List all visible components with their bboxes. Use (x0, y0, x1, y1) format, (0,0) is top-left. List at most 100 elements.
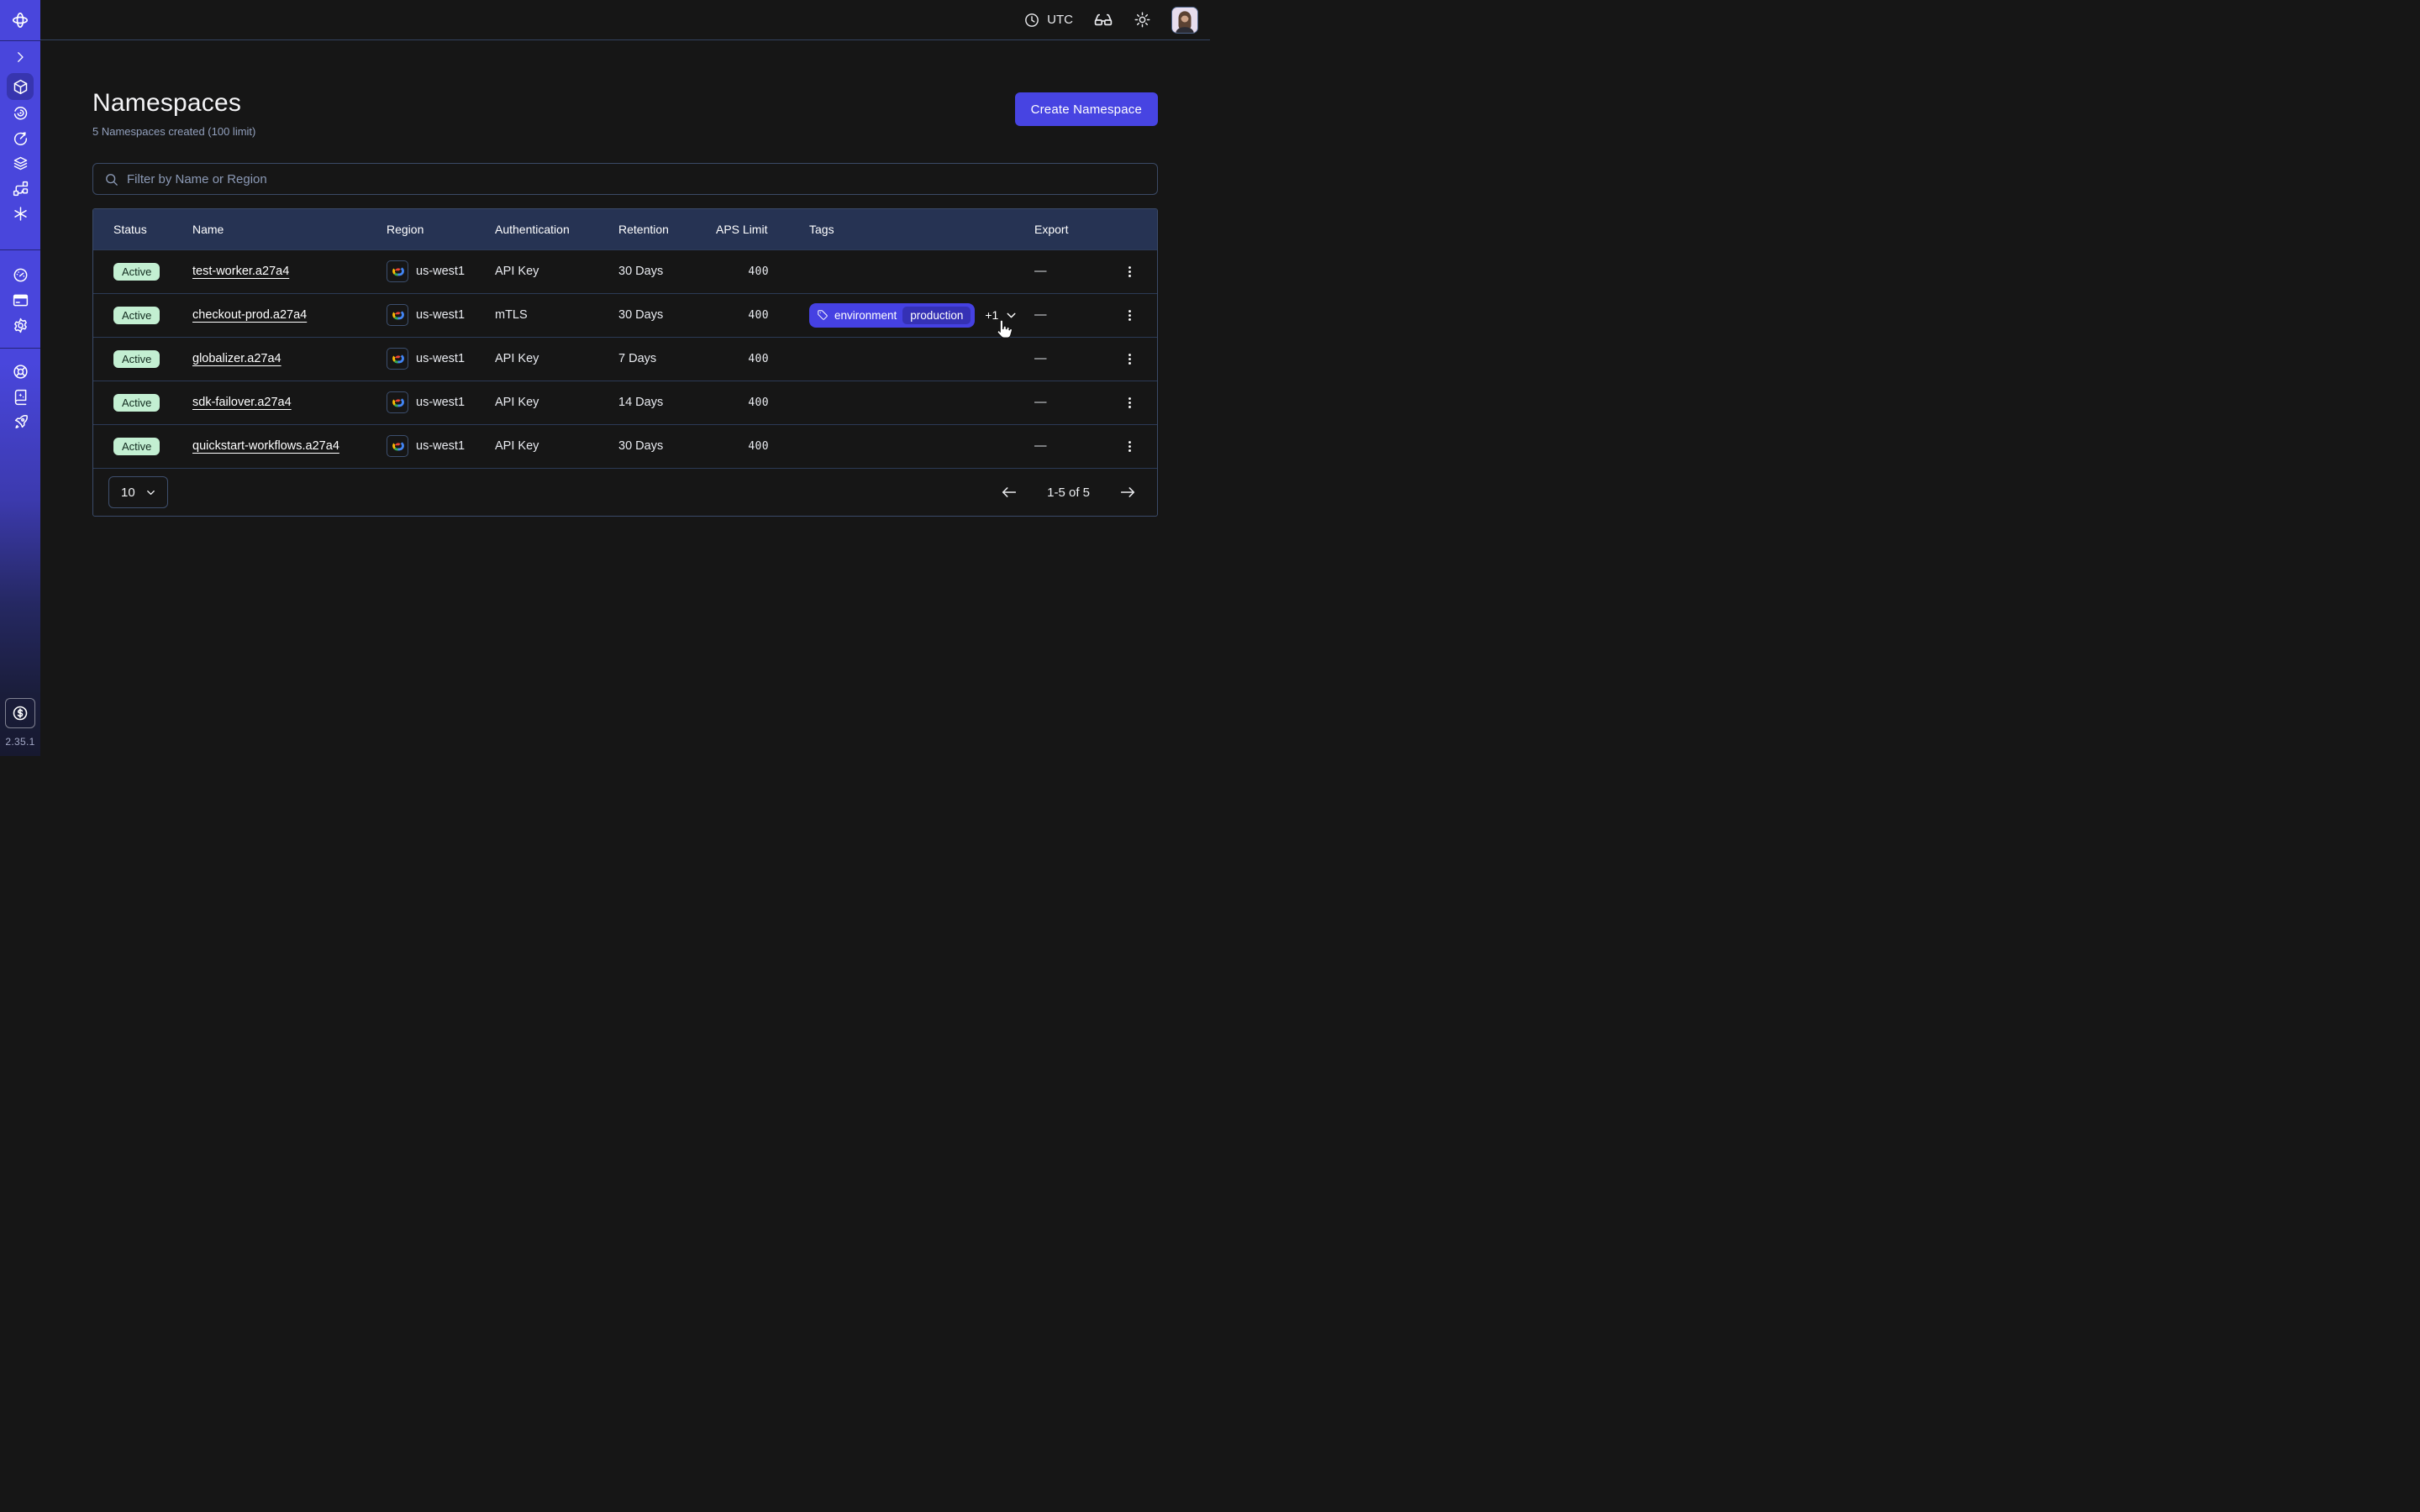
gcp-cloud-icon (387, 260, 408, 282)
col-header-name: Name (192, 209, 387, 249)
sidebar-item-timer[interactable] (7, 125, 34, 150)
pagination-range: 1-5 of 5 (1047, 486, 1090, 500)
app-version: 2.35.1 (5, 736, 34, 748)
table-header-row: Status Name Region Authentication Retent… (93, 209, 1157, 249)
region-label: us-west1 (416, 308, 465, 322)
namespace-link[interactable]: sdk-failover.a27a4 (192, 396, 292, 409)
labs-toggle-button[interactable] (1093, 10, 1113, 30)
aps-limit-value: 400 (716, 424, 809, 468)
region-label: us-west1 (416, 265, 465, 278)
gcp-cloud-icon (387, 391, 408, 413)
row-menu-button[interactable] (1119, 349, 1140, 370)
timezone-label: UTC (1047, 13, 1073, 27)
expand-tags-button[interactable] (1004, 308, 1018, 323)
sidebar-item-docs[interactable] (7, 384, 34, 409)
aps-limit-value: 400 (716, 249, 809, 293)
authentication-value: mTLS (495, 293, 618, 337)
next-page-button[interactable] (1118, 483, 1137, 501)
col-header-export: Export (1034, 209, 1102, 249)
table-footer: 10 1-5 of 5 (93, 468, 1157, 516)
page-size-value: 10 (121, 486, 135, 500)
kebab-icon (1123, 265, 1137, 279)
row-menu-button[interactable] (1119, 261, 1140, 282)
status-badge: Active (113, 438, 160, 455)
sidebar-item-billing[interactable] (7, 287, 34, 312)
col-header-tags: Tags (809, 209, 1034, 249)
filter-input[interactable] (127, 172, 1147, 186)
sidebar-item-namespaces[interactable] (7, 73, 34, 100)
dollar-badge-icon (11, 704, 29, 722)
table-row[interactable]: Active sdk-failover.a27a4 us-west1 API K… (93, 381, 1157, 424)
sidebar-divider (0, 249, 40, 250)
namespaces-table: Status Name Region Authentication Retent… (92, 208, 1158, 517)
arrow-left-icon (1000, 483, 1018, 501)
create-namespace-button[interactable]: Create Namespace (1015, 92, 1158, 126)
glasses-icon (1093, 10, 1113, 30)
namespace-link[interactable]: globalizer.a27a4 (192, 352, 281, 365)
namespace-link[interactable]: quickstart-workflows.a27a4 (192, 439, 339, 453)
timezone-selector[interactable]: UTC (1023, 12, 1073, 29)
table-row[interactable]: Active quickstart-workflows.a27a4 us-wes… (93, 424, 1157, 468)
credits-badge[interactable] (5, 698, 35, 728)
retention-value: 30 Days (618, 424, 716, 468)
row-menu-button[interactable] (1119, 436, 1140, 457)
retention-value: 30 Days (618, 249, 716, 293)
sidebar-item-asterisk[interactable] (7, 201, 34, 226)
filter-bar (92, 163, 1158, 195)
user-menu-button[interactable] (1171, 7, 1198, 34)
sidebar-item-usage[interactable] (7, 262, 34, 287)
chevron-down-icon (145, 486, 157, 499)
table-row[interactable]: Active test-worker.a27a4 us-west1 API Ke… (93, 249, 1157, 293)
search-icon (103, 171, 119, 187)
clock-icon (1023, 12, 1040, 29)
tag-key: environment (834, 309, 897, 322)
page-size-select[interactable]: 10 (108, 476, 168, 508)
region-label: us-west1 (416, 396, 465, 409)
col-header-aps-limit: APS Limit (716, 209, 809, 249)
theme-toggle-button[interactable] (1134, 11, 1151, 29)
life-ring-icon (12, 363, 29, 381)
namespace-link[interactable]: checkout-prod.a27a4 (192, 308, 307, 322)
rocket-icon (12, 413, 29, 431)
row-menu-button[interactable] (1119, 392, 1140, 413)
gcp-cloud-icon (387, 435, 408, 457)
sidebar-divider (0, 40, 40, 41)
sidebar-item-branch[interactable] (7, 176, 34, 201)
table-row[interactable]: Active checkout-prod.a27a4 us-west1 mTLS… (93, 293, 1157, 337)
aps-limit-value: 400 (716, 337, 809, 381)
tags-more-count: +1 (985, 308, 998, 322)
status-badge: Active (113, 394, 160, 412)
sidebar-item-settings[interactable] (7, 312, 34, 338)
table-row[interactable]: Active globalizer.a27a4 us-west1 API Key… (93, 337, 1157, 381)
branch-icon (12, 180, 29, 197)
sidebar-divider (0, 348, 40, 349)
previous-page-button[interactable] (1000, 483, 1018, 501)
gear-icon (12, 317, 29, 334)
sidebar-item-layers[interactable] (7, 150, 34, 176)
sidebar-item-getting-started[interactable] (7, 409, 34, 434)
col-header-region: Region (387, 209, 495, 249)
chevron-down-icon (1004, 308, 1018, 323)
col-header-status: Status (93, 209, 192, 249)
authentication-value: API Key (495, 381, 618, 424)
gcp-cloud-icon (387, 304, 408, 326)
sidebar-nav-help (7, 359, 34, 434)
kebab-icon (1123, 439, 1137, 454)
region-label: us-west1 (416, 439, 465, 453)
status-badge: Active (113, 307, 160, 324)
book-sparkles-icon (12, 388, 29, 406)
status-badge: Active (113, 263, 160, 281)
tag-chip[interactable]: environment production (809, 303, 975, 328)
namespace-link[interactable]: test-worker.a27a4 (192, 265, 289, 278)
export-value: — (1034, 352, 1047, 365)
retention-value: 7 Days (618, 337, 716, 381)
sidebar-nav (7, 73, 34, 226)
asterisk-icon (12, 205, 29, 223)
sidebar-expand-button[interactable] (7, 45, 34, 70)
sidebar-item-iris[interactable] (7, 100, 34, 125)
row-menu-button[interactable] (1119, 305, 1140, 326)
sidebar-item-support[interactable] (7, 359, 34, 384)
kebab-icon (1123, 396, 1137, 410)
region-label: us-west1 (416, 352, 465, 365)
avatar (1171, 7, 1198, 34)
